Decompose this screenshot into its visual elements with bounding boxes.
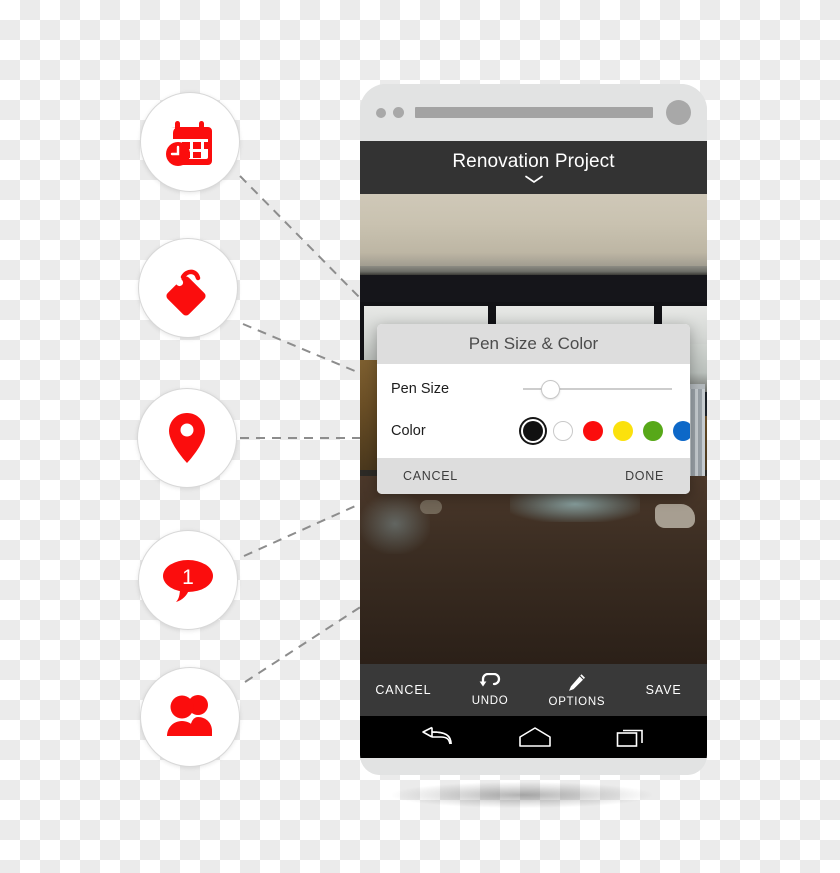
swatch-white[interactable]	[553, 421, 573, 441]
connector-4	[243, 502, 363, 557]
badge-tag[interactable]	[138, 238, 238, 338]
photo-ceiling-edge	[360, 266, 707, 275]
undo-button-label: UNDO	[471, 695, 509, 707]
slider-thumb[interactable]	[541, 379, 560, 399]
dialog-cancel-button[interactable]: CANCEL	[403, 469, 458, 483]
badge-schedule[interactable]	[140, 92, 240, 192]
swatch-yellow[interactable]	[613, 421, 633, 441]
page-title: Renovation Project	[452, 150, 615, 172]
app-bar: Renovation Project	[360, 141, 707, 194]
connector-2	[242, 323, 363, 375]
phone-bottom-bezel	[360, 758, 707, 775]
options-button[interactable]: OPTIONS	[534, 673, 621, 708]
photo-rubble	[420, 500, 442, 514]
front-camera-icon	[666, 100, 691, 125]
swatch-blue[interactable]	[673, 421, 690, 441]
light-sensor-icon	[393, 107, 404, 118]
dialog-footer: CANCEL DONE	[377, 458, 690, 494]
pen-size-row: Pen Size	[377, 368, 690, 410]
cancel-button-label: CANCEL	[375, 683, 432, 697]
photo-rubble	[655, 504, 695, 528]
pen-size-color-dialog: Pen Size & Color Pen Size Color CANCEL D…	[377, 324, 690, 494]
pen-size-slider[interactable]	[523, 378, 676, 400]
phone-earpiece-area	[360, 84, 707, 141]
swatch-red[interactable]	[583, 421, 603, 441]
cancel-button[interactable]: CANCEL	[360, 683, 447, 697]
editor-action-bar: CANCEL UNDO OPTIONS SAVE	[360, 664, 707, 716]
proximity-sensor-icon	[376, 107, 386, 118]
android-nav-bar	[360, 716, 707, 758]
phone-drop-shadow	[392, 782, 652, 808]
save-button-label: SAVE	[645, 683, 682, 697]
color-row: Color	[377, 410, 690, 452]
people-group-icon	[161, 692, 219, 742]
dialog-body: Pen Size Color	[377, 364, 690, 458]
calendar-clock-icon	[161, 113, 219, 171]
undo-arrow-icon	[479, 673, 501, 692]
earpiece-speaker	[415, 107, 653, 118]
color-swatch-group	[523, 421, 690, 441]
badge-count: 1	[182, 566, 194, 589]
color-label: Color	[391, 423, 426, 439]
home-icon[interactable]	[517, 726, 553, 748]
pencil-icon	[566, 673, 587, 693]
connector-5	[244, 605, 363, 683]
save-button[interactable]: SAVE	[620, 683, 707, 697]
badge-location[interactable]	[137, 388, 237, 488]
options-button-label: OPTIONS	[548, 695, 606, 708]
badge-notification[interactable]: 1	[138, 530, 238, 630]
price-tag-icon	[159, 259, 217, 317]
photo-broken-glass	[360, 494, 430, 554]
dialog-header: Pen Size & Color	[377, 324, 690, 364]
photo-ceiling	[360, 194, 707, 269]
undo-button[interactable]: UNDO	[447, 673, 534, 707]
photo-dark-beam	[360, 275, 707, 305]
chevron-down-icon[interactable]	[524, 175, 544, 184]
swatch-black[interactable]	[523, 421, 543, 441]
recent-apps-icon[interactable]	[616, 726, 648, 748]
speech-bubble-icon: 1	[159, 556, 217, 604]
pen-size-label: Pen Size	[391, 381, 450, 397]
map-pin-icon	[161, 409, 213, 467]
swatch-green[interactable]	[643, 421, 663, 441]
dialog-title: Pen Size & Color	[468, 334, 599, 353]
badge-team[interactable]	[140, 667, 240, 767]
connector-1	[239, 175, 363, 301]
dialog-done-button[interactable]: DONE	[625, 469, 664, 483]
back-arrow-icon[interactable]	[420, 726, 454, 748]
